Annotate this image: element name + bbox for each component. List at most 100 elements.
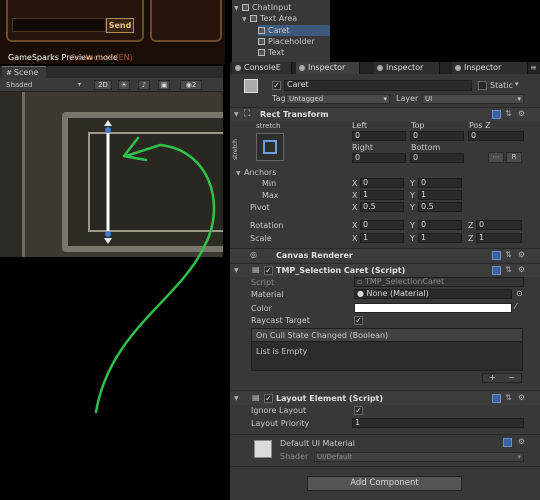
blueprint-mode-icon[interactable]: ⋯ — [488, 152, 504, 163]
anchor-min-y-field[interactable]: 0 — [418, 178, 462, 188]
material-field[interactable]: ● None (Material) — [354, 289, 512, 299]
static-checkbox[interactable] — [478, 81, 487, 90]
help-icon[interactable] — [503, 438, 512, 447]
layer-dropdown[interactable]: UI — [422, 94, 524, 104]
preset-icon[interactable]: ⇅ — [504, 394, 513, 403]
preset-icon[interactable]: ⇅ — [504, 110, 513, 119]
gear-icon[interactable]: ⚙ — [517, 438, 526, 447]
gear-icon[interactable]: ⚙ — [517, 251, 526, 260]
tab-inspector-3[interactable]: Inspector — [452, 62, 528, 74]
layout-priority-field[interactable]: 1 — [352, 418, 524, 428]
add-component-button[interactable]: Add Component — [307, 476, 462, 491]
rotation-label: Rotation — [250, 221, 284, 230]
raw-edit-button[interactable]: R — [506, 152, 522, 163]
selection-caret-header[interactable]: ▼ ▤ ✓ TMP_Selection Caret (Script) ⇅ ⚙ — [230, 264, 540, 277]
hierarchy-item-chatinput[interactable]: ▼ ChatInput — [234, 2, 330, 13]
rotation-y-field[interactable]: 0 — [418, 220, 462, 230]
min-y-label: Y — [410, 179, 415, 188]
2d-toggle-button[interactable]: 2D — [94, 80, 112, 90]
anchor-preset-side-label: stretch — [232, 139, 239, 160]
help-icon[interactable] — [492, 394, 501, 403]
script-label: Script — [251, 278, 275, 287]
anchor-max-x-field[interactable]: 1 — [360, 190, 404, 200]
rect-transform-header[interactable]: ▼ ⛶ Rect Transform ⇅ ⚙ — [230, 108, 540, 121]
scale-y-field[interactable]: 1 — [418, 233, 462, 243]
gizmos-toggle[interactable]: ◉2 — [180, 80, 202, 90]
anchor-preset-button[interactable] — [256, 133, 284, 161]
remove-event-button[interactable]: − — [508, 373, 515, 382]
expand-triangle-icon[interactable]: ▼ — [234, 3, 242, 14]
preset-icon[interactable]: ⇅ — [504, 266, 513, 275]
tab-scene[interactable]: # Scene — [2, 66, 46, 78]
effects-icon[interactable]: ▣ — [158, 80, 170, 90]
tab-inspector-1[interactable]: Inspector — [296, 62, 360, 74]
layout-priority-label: Layout Priority — [251, 419, 310, 428]
tag-dropdown[interactable]: Untagged — [286, 94, 390, 104]
help-icon[interactable] — [492, 266, 501, 275]
right-field[interactable]: 0 — [352, 153, 406, 163]
scene-tab-bar: # Scene — [0, 66, 223, 78]
gameobject-icon — [242, 4, 249, 11]
posz-field[interactable]: 0 — [468, 131, 524, 141]
tab-console[interactable]: ConsoleE — [232, 62, 292, 74]
gear-icon[interactable]: ⚙ — [517, 110, 526, 119]
layout-element-title: Layout Element (Script) — [276, 394, 384, 403]
fold-triangle-icon[interactable]: ▼ — [234, 395, 239, 402]
chat-input-field[interactable] — [12, 18, 106, 32]
hierarchy-item-caret[interactable]: Caret — [258, 25, 330, 36]
contact-link[interactable]: Contact us (EN) — [70, 53, 133, 62]
inspector-tab-bar: ConsoleE Inspector Inspector Inspector ≡ — [230, 62, 540, 74]
fold-triangle-icon[interactable]: ▼ — [234, 111, 239, 118]
hierarchy-item-text[interactable]: Text — [258, 47, 330, 58]
lighting-icon[interactable]: ☀ — [118, 80, 130, 90]
hierarchy-item-placeholder[interactable]: Placeholder — [258, 36, 330, 47]
hierarchy-item-textarea[interactable]: ▼ Text Area — [242, 13, 330, 24]
scale-x-field[interactable]: 1 — [360, 233, 404, 243]
caret-handle-bottom[interactable] — [105, 231, 111, 237]
add-event-button[interactable]: + — [489, 373, 496, 382]
help-icon[interactable] — [492, 110, 501, 119]
ignore-layout-checkbox[interactable]: ✓ — [354, 406, 363, 415]
gear-icon[interactable]: ⚙ — [517, 394, 526, 403]
bottom-field[interactable]: 0 — [410, 153, 464, 163]
caret-gizmo[interactable] — [0, 92, 223, 257]
fold-triangle-icon[interactable]: ▼ — [234, 267, 239, 274]
script-icon: ▤ — [252, 393, 260, 402]
scale-x-label: X — [352, 234, 358, 243]
scene-viewport[interactable] — [0, 92, 223, 257]
pivot-y-field[interactable]: 0.5 — [418, 202, 462, 212]
gear-icon[interactable]: ⚙ — [517, 266, 526, 275]
component-enabled-checkbox[interactable]: ✓ — [264, 394, 273, 403]
canvas-renderer-header[interactable]: ◎ Canvas Renderer ⇅ ⚙ — [230, 249, 540, 262]
pivot-x-field[interactable]: 0.5 — [360, 202, 404, 212]
layout-element-header[interactable]: ▼ ▤ ✓ Layout Element (Script) ⇅ ⚙ — [230, 392, 540, 405]
active-checkbox[interactable]: ✓ — [272, 81, 281, 90]
caret-handle-top[interactable] — [105, 127, 111, 133]
tab-inspector-2[interactable]: Inspector — [374, 62, 440, 74]
eyedropper-icon[interactable]: ⁄ — [515, 302, 516, 311]
color-swatch[interactable] — [354, 303, 512, 313]
anchor-max-y-field[interactable]: 1 — [418, 190, 462, 200]
preset-icon[interactable]: ⇅ — [504, 251, 513, 260]
left-field[interactable]: 0 — [352, 131, 406, 141]
top-field[interactable]: 0 — [410, 131, 464, 141]
component-enabled-checkbox[interactable]: ✓ — [264, 266, 273, 275]
shading-mode-dropdown[interactable]: Shaded — [6, 78, 32, 92]
send-button[interactable]: Send — [106, 18, 134, 33]
raycast-target-checkbox[interactable]: ✓ — [354, 316, 363, 325]
chevron-down-icon[interactable]: ▾ — [515, 80, 519, 88]
panel-menu-icon[interactable]: ≡ — [530, 63, 537, 72]
scale-z-field[interactable]: 1 — [476, 233, 522, 243]
rotation-z-label: Z — [468, 221, 474, 230]
object-name-field[interactable]: Caret — [284, 80, 472, 91]
fold-triangle-icon[interactable]: ▼ — [236, 170, 241, 177]
rotation-x-field[interactable]: 0 — [360, 220, 404, 230]
expand-triangle-icon[interactable]: ▼ — [242, 14, 250, 25]
max-x-label: X — [352, 191, 358, 200]
object-picker-icon[interactable]: ⊙ — [516, 289, 523, 298]
rotation-z-field[interactable]: 0 — [476, 220, 522, 230]
audio-icon[interactable]: ♪ — [138, 80, 150, 90]
help-icon[interactable] — [492, 251, 501, 260]
shader-dropdown[interactable]: UI/Default — [314, 452, 524, 462]
anchor-min-x-field[interactable]: 0 — [360, 178, 404, 188]
